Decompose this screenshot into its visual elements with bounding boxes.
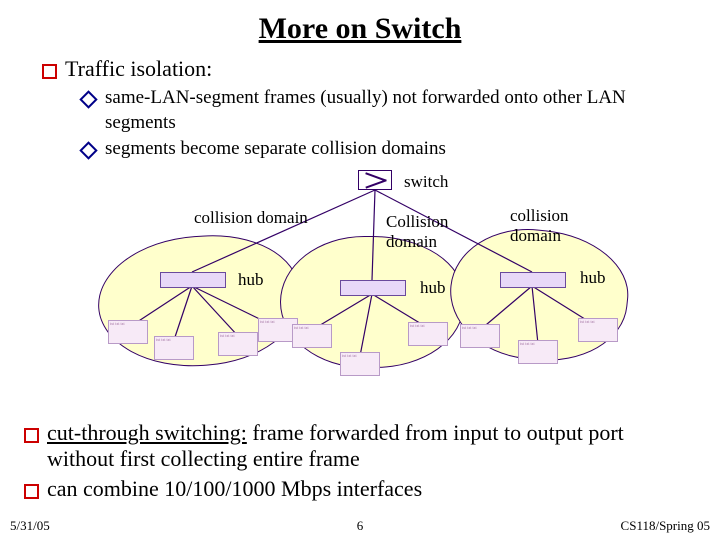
host-icon: txt txt txt — [292, 324, 332, 348]
host-icon: txt txt txt — [108, 320, 148, 344]
host-icon: txt txt txt — [460, 324, 500, 348]
diamond-bullet-icon — [79, 90, 97, 108]
lower-bullets: cut-through switching: frame forwarded f… — [24, 416, 696, 506]
bullet-text: cut-through switching: frame forwarded f… — [47, 420, 696, 472]
square-bullet-icon — [42, 64, 57, 79]
hub-label: hub — [580, 268, 606, 288]
host-icon: txt txt txt — [518, 340, 558, 364]
hub-label: hub — [420, 278, 446, 298]
host-icon: txt txt txt — [218, 332, 258, 356]
footer-date: 5/31/05 — [10, 518, 50, 534]
bullet-text: same-LAN-segment frames (usually) not fo… — [105, 86, 696, 135]
host-icon: txt txt txt — [340, 352, 380, 376]
bullet-text: can combine 10/100/1000 Mbps interfaces — [47, 476, 422, 502]
footer-page-number: 6 — [357, 518, 364, 534]
bullet-underline: cut-through switching: — [47, 420, 247, 445]
bullet-text: segments become separate collision domai… — [105, 137, 446, 162]
host-icon: txt txt txt — [154, 336, 194, 360]
switch-label: switch — [404, 172, 448, 192]
footer: 5/31/05 6 CS118/Spring 05 — [10, 518, 710, 534]
square-bullet-icon — [24, 428, 39, 443]
host-icon: txt txt txt — [408, 322, 448, 346]
hub-icon — [500, 272, 566, 288]
network-diagram: txt txt txt txt txt txt txt txt txt txt … — [90, 168, 630, 388]
bullet-traffic-isolation: Traffic isolation: — [42, 56, 696, 82]
slide: More on Switch Traffic isolation: same-L… — [0, 0, 720, 540]
hub-icon — [340, 280, 406, 296]
footer-course: CS118/Spring 05 — [621, 518, 710, 534]
bullet-combine-speeds: can combine 10/100/1000 Mbps interfaces — [24, 476, 696, 502]
host-icon: txt txt txt — [578, 318, 618, 342]
square-bullet-icon — [24, 484, 39, 499]
subbullet-segments: segments become separate collision domai… — [80, 137, 696, 162]
hub-icon — [160, 272, 226, 288]
subbullet-same-lan: same-LAN-segment frames (usually) not fo… — [80, 86, 696, 135]
switch-icon — [358, 170, 392, 190]
bullet-cut-through: cut-through switching: frame forwarded f… — [24, 420, 696, 472]
collision-domain-label: collision domain — [194, 208, 308, 228]
diamond-bullet-icon — [79, 142, 97, 160]
collision-domain-label: Collision domain — [386, 212, 466, 252]
slide-title: More on Switch — [24, 12, 696, 46]
bullet-text: Traffic isolation: — [65, 56, 212, 82]
hub-label: hub — [238, 270, 264, 290]
collision-domain-label: collision domain — [510, 206, 590, 246]
